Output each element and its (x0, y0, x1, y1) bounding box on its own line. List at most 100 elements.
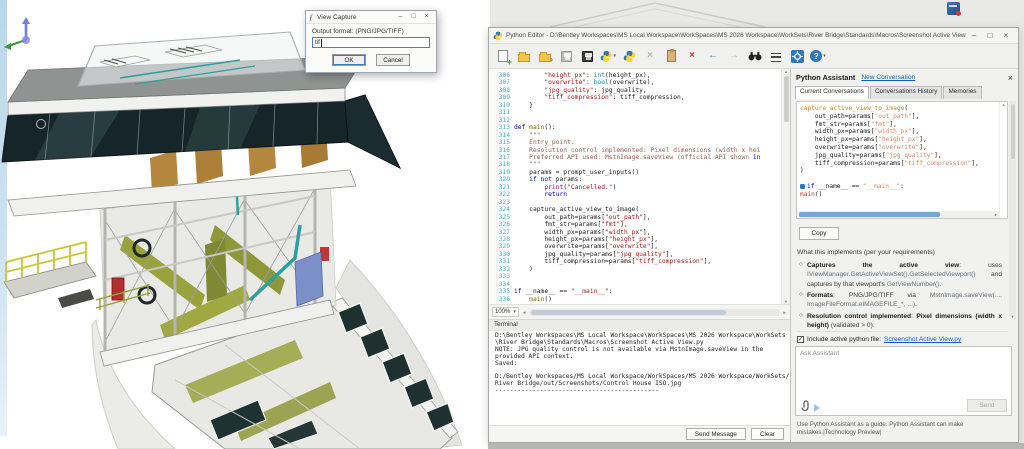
scroll-down-icon[interactable]: ▼ (1009, 314, 1016, 319)
view-orientation-triad-icon[interactable] (2, 12, 42, 57)
settings-icon[interactable] (789, 48, 805, 64)
terminal-output[interactable]: D:\Bentley Workspaces\MS Local Workspace… (489, 331, 790, 427)
dialog-minimize-button[interactable]: – (394, 11, 407, 23)
app-shortcut-icon[interactable] (947, 2, 960, 15)
assistant-code-line: main() (800, 191, 997, 199)
minimize-button[interactable]: – (966, 31, 982, 40)
import-folder-icon[interactable]: › (537, 48, 553, 64)
scroll-up-icon[interactable]: ▲ (784, 69, 788, 74)
assistant-code-line: capture_active_view_to_image( (800, 105, 997, 113)
assistant-code-line: width_px=params["width_px"], (800, 128, 997, 136)
code-line: 322 return (498, 191, 781, 198)
python-assistant-panel: Python Assistant New Conversation × Curr… (790, 69, 1018, 442)
assistant-code-line (800, 175, 997, 183)
active-file-link[interactable]: Screenshot Active View.py (884, 336, 961, 343)
delete-icon[interactable]: × (684, 48, 700, 64)
code-line: 330 jpg_quality=params["jpg_quality"], (498, 251, 781, 258)
assistant-code-line: ) (800, 167, 997, 175)
format-input[interactable]: tif (312, 37, 430, 48)
script-icon: ƒ (309, 13, 313, 22)
code-line: 312 (498, 117, 781, 124)
ok-button[interactable]: OK (332, 54, 366, 66)
code-line: 333 (498, 273, 781, 280)
code-line: 336 main() (498, 296, 781, 303)
clear-button[interactable]: Clear (751, 428, 784, 440)
new-conversation-link[interactable]: New Conversation (861, 74, 915, 81)
zoom-level-select[interactable]: 100%▾ (492, 307, 519, 317)
scroll-down-icon[interactable]: ▼ (784, 299, 788, 304)
assistant-disclaimer: Use Python Assistant as a guide. Python … (797, 421, 1008, 438)
code-line: 329 overwrite=params["overwrite"], (498, 243, 781, 250)
cut-icon[interactable]: × (642, 48, 658, 64)
dialog-titlebar[interactable]: ƒ View Capture – □ × (306, 11, 436, 24)
save-all-icon[interactable] (579, 48, 595, 64)
tab-memories[interactable]: Memories (943, 86, 981, 99)
send-message-button[interactable]: Send Message (686, 428, 746, 440)
code-editor[interactable]: 306 "height_px": int(height_px),307 "ove… (489, 69, 790, 305)
scrollbar-thumb[interactable] (531, 310, 726, 315)
undo-icon[interactable]: ← (705, 48, 721, 64)
implements-bullet: ○Captures the active view: uses IViewMan… (797, 261, 1002, 289)
debug-python-icon[interactable] (621, 48, 637, 64)
code-line: 328 height_px=params["height_px"], (498, 236, 781, 243)
assistant-code-line: height_px=params["height_px"], (800, 136, 997, 144)
find-icon[interactable] (747, 48, 763, 64)
code-line: 332 ) (498, 266, 781, 273)
assistant-code-block[interactable]: capture_active_view_to_image( out_path=p… (796, 101, 1008, 219)
editor-statusbar: 100%▾ ◄ ► (489, 305, 790, 319)
help-icon[interactable]: ?▾ (810, 48, 826, 64)
assistant-input[interactable]: Ask Assistant Send (795, 346, 1012, 416)
dialog-title: View Capture (317, 14, 356, 21)
code-lines: 306 "height_px": int(height_px),307 "ove… (498, 72, 781, 303)
editor-horizontal-scrollbar[interactable] (529, 309, 779, 316)
format-input-value: tif (315, 39, 320, 46)
chevron-down-icon: ▾ (513, 309, 516, 315)
scroll-left-icon[interactable]: ◄ (522, 310, 526, 315)
paste-icon[interactable] (663, 48, 679, 64)
new-file-icon[interactable]: + (495, 48, 511, 64)
save-icon[interactable] (558, 48, 574, 64)
assistant-scrollbar[interactable]: ▼ (1009, 101, 1016, 319)
code-block-horizontal-scrollbar[interactable]: ► (797, 211, 999, 218)
code-line: 314 """ (498, 132, 781, 139)
code-line: 326 fmt_str=params["fmt"], (498, 221, 781, 228)
cancel-button[interactable]: Cancel (376, 54, 410, 66)
tab-current-conversations[interactable]: Current Conversations (795, 86, 869, 99)
terminal-line: Saved: (495, 361, 790, 368)
run-python-icon[interactable]: ▾ (600, 48, 616, 64)
tab-conversations-history[interactable]: Conversations History (870, 86, 943, 99)
code-line: 320 if not params: (498, 176, 781, 183)
scroll-right-icon[interactable]: ► (994, 212, 998, 217)
editor-titlebar[interactable]: Python Editor - D:\Bentley Workspaces\MS… (489, 28, 1018, 44)
window-title: Python Editor - D:\Bentley Workspaces\MS… (506, 32, 966, 39)
dialog-maximize-button[interactable]: □ (407, 11, 420, 23)
close-button[interactable]: × (998, 31, 1014, 40)
scroll-right-icon[interactable]: ► (783, 310, 787, 315)
include-file-row: ✓ Include active python file: Screenshot… (797, 331, 1008, 343)
dialog-close-button[interactable]: × (420, 11, 433, 23)
copy-button[interactable]: Copy (799, 227, 839, 240)
menu-icon[interactable] (768, 48, 784, 64)
attach-icon[interactable] (800, 400, 810, 412)
maximize-button[interactable]: □ (982, 31, 998, 40)
editor-vertical-scrollbar[interactable]: ▲ ▼ (781, 69, 790, 304)
window-bottom-edge (488, 443, 1024, 449)
open-folder-icon[interactable] (516, 48, 532, 64)
send-arrow-icon (814, 404, 820, 412)
editor-toolbar: + › ▾ × × ← → ?▾ (489, 44, 1018, 69)
breakpoint-gutter[interactable] (489, 69, 498, 304)
terminal-line: provided API context. (495, 354, 790, 361)
scrollbar-thumb[interactable] (784, 76, 789, 122)
redo-icon[interactable]: → (726, 48, 742, 64)
include-file-checkbox[interactable]: ✓ (797, 336, 804, 343)
assistant-code-line: if __name__ == "__main__": (800, 183, 997, 191)
scrollbar-thumb[interactable] (799, 212, 940, 217)
assistant-send-button[interactable]: Send (967, 399, 1007, 412)
assistant-close-icon[interactable]: × (1008, 73, 1013, 83)
code-block-vertical-scrollbar[interactable]: ▲ (999, 102, 1007, 218)
code-line: 310 } (498, 102, 781, 109)
desktop: ƒ View Capture – □ × Output format: (PNG… (0, 0, 1024, 449)
scrollbar-thumb[interactable] (1011, 104, 1015, 159)
python-editor-window: Python Editor - D:\Bentley Workspaces\MS… (488, 27, 1019, 443)
terminal-actions: Send Message Clear (489, 425, 790, 442)
